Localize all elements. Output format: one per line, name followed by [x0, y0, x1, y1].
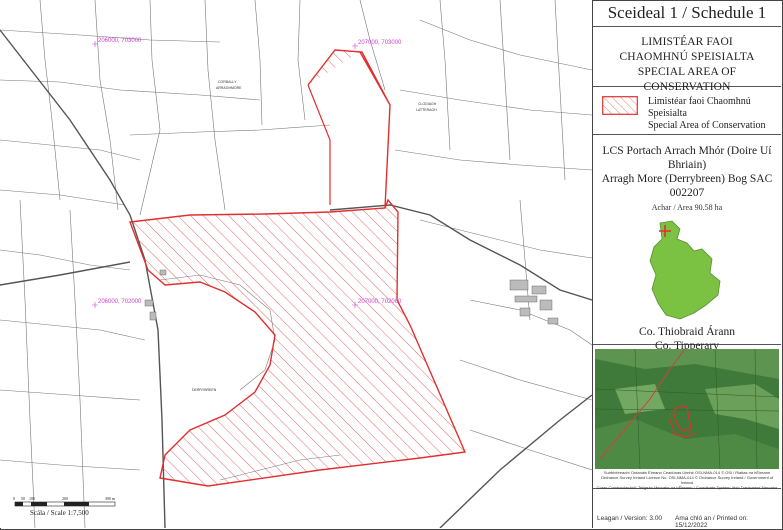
title-block: Sceideal 1 / Schedule 1 — [593, 0, 781, 27]
designation-line: LIMISTÉAR FAOI — [641, 36, 733, 48]
townland-label: CORBALLY — [218, 80, 237, 84]
copyright-footer: Suirbhéireacht Ordanáis Éireann Ceadúnas… — [595, 470, 779, 490]
county-locator-map — [649, 220, 721, 320]
sac-legend-swatch — [602, 96, 638, 115]
schedule-title: Sceideal 1 / Schedule 1 — [607, 3, 767, 22]
footer-line: Ordnance Survey Ireland Licence No. OSI-… — [600, 475, 774, 485]
version-label: Leagan / Version: 3.00 — [597, 515, 663, 522]
grid-label: 207000, 702000 — [358, 299, 402, 305]
townland-label: DERRYBREEN — [192, 388, 217, 392]
designation-block: LIMISTÉAR FAOI CHAOMHNÚ SPEISIALTA SPECI… — [593, 27, 781, 93]
townland-label: CLODIAGH — [418, 102, 437, 106]
site-name-english: Arragh More (Derrybreen) Bog SAC — [601, 173, 773, 185]
site-info-block: LCS Portach Arrach Mhór (Doire Uí Bhriai… — [593, 135, 781, 352]
designation-line: CHAOMHNÚ SPEISIALTA — [619, 51, 755, 63]
scale-tick: 100 — [29, 496, 35, 501]
scale-tick: 0 — [13, 496, 15, 501]
grid-label: 206000, 702000 — [98, 299, 142, 305]
grid-label: 207000, 703000 — [358, 40, 402, 46]
legend-block: Limistéar faoi Chaomhnú Speisialta Speci… — [593, 88, 781, 135]
scale-tick: 50 — [21, 496, 25, 501]
scale-label: Scála / Scale 1:7,500 — [30, 509, 89, 517]
site-code: 002207 — [669, 187, 705, 199]
inset-block: Suirbhéireacht Ordanáis Éireann Ceadúnas… — [593, 346, 781, 490]
townland-label: LATTERAGH — [416, 108, 437, 112]
scale-tick: 300 m — [105, 496, 116, 501]
scale-tick: 200 — [62, 496, 68, 501]
footer-line: Córas Comhordanáidí: Teilgeán Mercator n… — [596, 485, 778, 490]
site-area: Achar / Area 90.58 ha — [651, 203, 723, 212]
legend-label-english: Special Area of Conservation — [648, 120, 766, 131]
site-name-irish: LCS Portach Arrach Mhór (Doire Uí Bhriai… — [602, 145, 772, 171]
legend-panel: Sceideal 1 / Schedule 1 LIMISTÉAR FAOI C… — [593, 0, 781, 529]
map-area[interactable]: 206000, 703000 207000, 703000 206000, 70… — [0, 0, 593, 528]
grid-label: 206000, 703000 — [98, 38, 142, 44]
map-canvas[interactable]: 206000, 703000 207000, 703000 206000, 70… — [0, 0, 592, 528]
legend-label-irish: Limistéar faoi Chaomhnú Speisialta — [648, 96, 751, 119]
print-date-label: Ama chló an / Printed on: 15/12/2022 — [675, 515, 748, 529]
aerial-inset-map — [595, 349, 779, 469]
county-name-irish: Co. Thiobraid Árann — [639, 326, 735, 338]
legend-label: Limistéar faoi Chaomhnú Speisialta Speci… — [648, 96, 781, 132]
townland-label: ARRAGHMORE — [216, 86, 242, 90]
tipperary-outline — [649, 220, 721, 320]
